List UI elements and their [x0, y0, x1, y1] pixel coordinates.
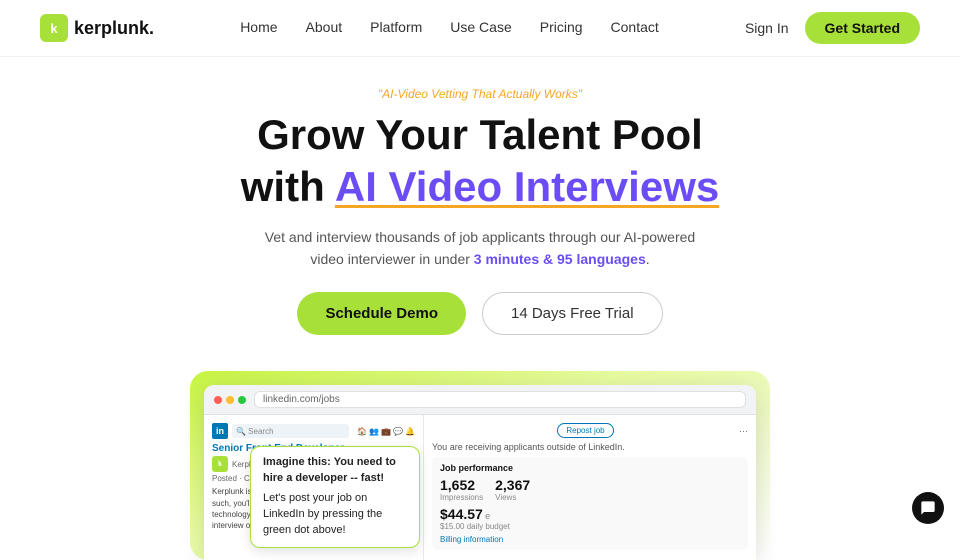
hero-title-line2: with AI Video Interviews — [20, 163, 940, 211]
hero-subtitle: Vet and interview thousands of job appli… — [20, 226, 940, 271]
linkedin-nav-msg: 💬 — [393, 427, 403, 436]
stat-views: 2,367 Views — [495, 477, 530, 502]
stat2-lbl: Views — [495, 493, 530, 502]
nav-platform[interactable]: Platform — [370, 19, 422, 35]
hero-title-highlight: AI Video Interviews — [335, 163, 719, 210]
free-trial-button[interactable]: 14 Days Free Trial — [482, 292, 663, 335]
hero-sub-end: . — [646, 251, 650, 267]
stat1-val: 1,652 — [440, 477, 483, 493]
linkedin-header: in 🔍 Search 🏠 👥 💼 💬 🔔 — [212, 423, 415, 439]
dot-yellow — [226, 396, 234, 404]
nav-about[interactable]: About — [306, 19, 343, 35]
hero-sub-text1: Vet and interview thousands of job appli… — [265, 229, 695, 245]
linkedin-search[interactable]: 🔍 Search — [232, 424, 349, 438]
browser-window: linkedin.com/jobs in 🔍 Search 🏠 👥 💼 💬 🔔 — [204, 385, 756, 560]
hero-sub-text2: video interviewer in under — [310, 251, 473, 267]
browser-content: in 🔍 Search 🏠 👥 💼 💬 🔔 Senior Front End D… — [204, 415, 756, 560]
navigation: k kerplunk. Home About Platform Use Case… — [0, 0, 960, 57]
tooltip-bubble: Imagine this: You need to hire a develop… — [250, 446, 420, 548]
hero-sub-bold: 3 minutes & 95 languages — [474, 251, 646, 267]
hero-badge: "AI-Video Vetting That Actually Works" — [20, 87, 940, 101]
get-started-button[interactable]: Get Started — [805, 12, 920, 44]
hero-title-plain: with — [241, 163, 335, 210]
linkedin-logo: in — [212, 423, 228, 439]
dot-green — [238, 396, 246, 404]
nav-pricing[interactable]: Pricing — [540, 19, 583, 35]
linkedin-nav-people: 👥 — [369, 427, 379, 436]
repost-job-button[interactable]: Repost job — [557, 423, 613, 438]
nav-home[interactable]: Home — [240, 19, 277, 35]
dashboard-preview: linkedin.com/jobs in 🔍 Search 🏠 👥 💼 💬 🔔 — [190, 371, 770, 560]
stat-money-row: $44.57 e — [440, 506, 740, 522]
nav-links: Home About Platform Use Case Pricing Con… — [240, 19, 659, 37]
browser-bar: linkedin.com/jobs — [204, 385, 756, 415]
schedule-demo-button[interactable]: Schedule Demo — [297, 292, 466, 335]
right-header: You are receiving applicants outside of … — [432, 442, 748, 452]
logo-icon: k — [40, 14, 68, 42]
stat-budget: $15.00 daily budget — [440, 522, 740, 531]
hero-title-line1: Grow Your Talent Pool — [20, 111, 940, 159]
stat-impressions: 1,652 Impressions — [440, 477, 483, 502]
kerplunk-badge: k — [212, 456, 228, 472]
logo[interactable]: k kerplunk. — [40, 14, 154, 42]
job-performance-card: Job performance 1,652 Impressions 2,367 … — [432, 457, 748, 550]
logo-text: kerplunk. — [74, 18, 154, 39]
hero-buttons: Schedule Demo 14 Days Free Trial — [20, 292, 940, 335]
browser-url[interactable]: linkedin.com/jobs — [254, 391, 746, 408]
nav-contact[interactable]: Contact — [611, 19, 659, 35]
tooltip-line2: Let's post your job on LinkedIn by press… — [263, 491, 407, 539]
job-perf-title: Job performance — [440, 463, 740, 473]
linkedin-nav-home: 🏠 — [357, 427, 367, 436]
browser-dots — [214, 396, 246, 404]
linkedin-nav-jobs: 💼 — [381, 427, 391, 436]
linkedin-right-panel: Repost job ··· You are receiving applica… — [424, 415, 756, 560]
perf-stats: 1,652 Impressions 2,367 Views — [440, 477, 740, 502]
stat1-lbl: Impressions — [440, 493, 483, 502]
nav-actions: Sign In Get Started — [745, 12, 920, 44]
signin-button[interactable]: Sign In — [745, 20, 789, 36]
nav-usecase[interactable]: Use Case — [450, 19, 511, 35]
chat-widget-button[interactable] — [912, 492, 944, 524]
stat-money: $44.57 — [440, 506, 483, 522]
tooltip-line1: Imagine this: You need to hire a develop… — [263, 455, 407, 487]
hero-section: "AI-Video Vetting That Actually Works" G… — [0, 57, 960, 351]
dot-red — [214, 396, 222, 404]
linkedin-nav-notif: 🔔 — [405, 427, 415, 436]
stat2-val: 2,367 — [495, 477, 530, 493]
